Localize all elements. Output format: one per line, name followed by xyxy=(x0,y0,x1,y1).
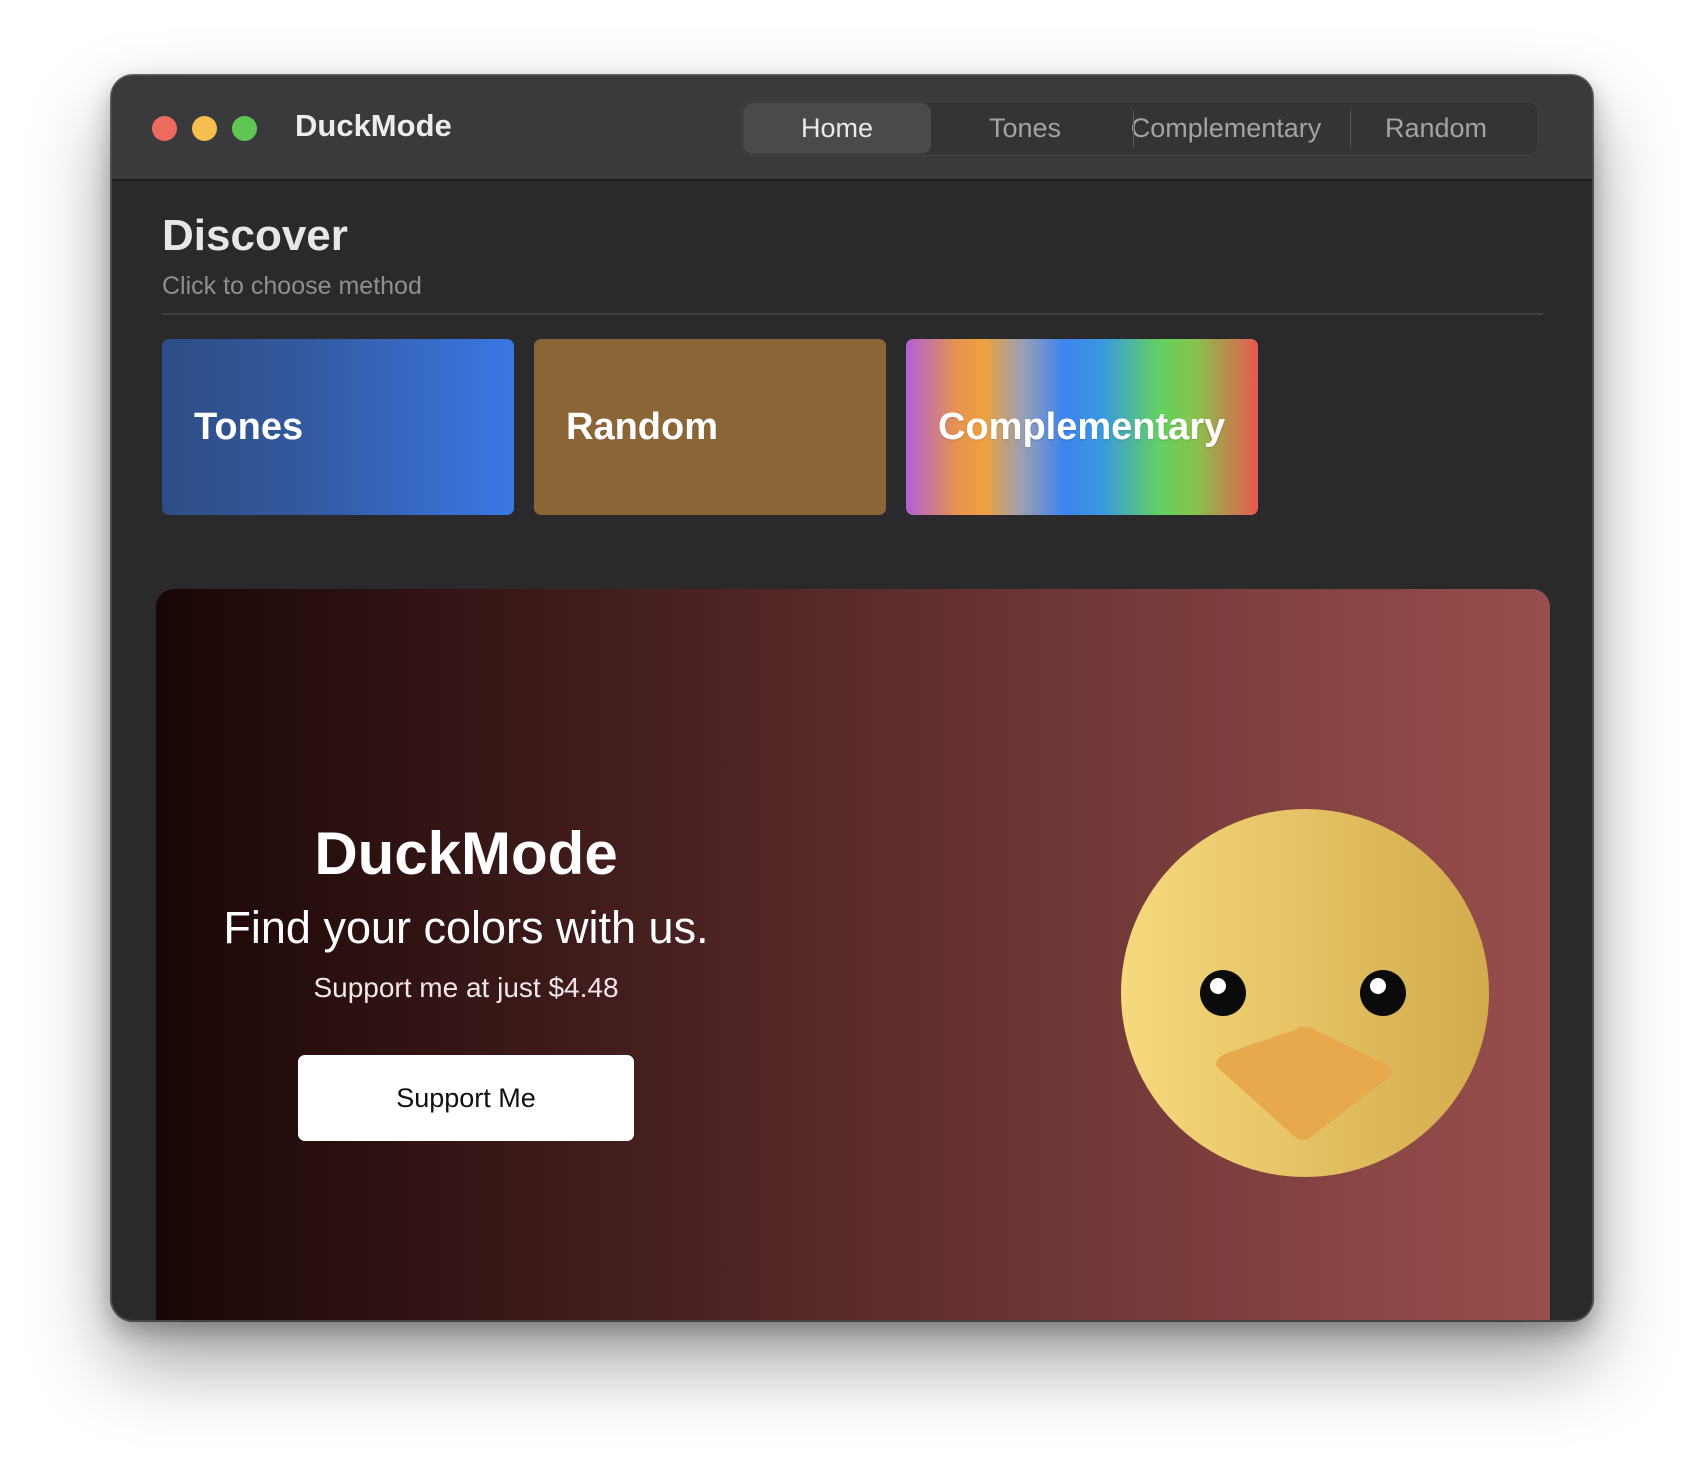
close-window-button[interactable] xyxy=(152,116,177,141)
duck-face-icon xyxy=(1121,809,1489,1177)
section-divider xyxy=(162,313,1543,315)
duck-left-eye xyxy=(1200,970,1246,1016)
tab-divider xyxy=(1350,111,1351,148)
method-card-tones[interactable]: Tones xyxy=(162,339,514,515)
tab-tones[interactable]: Tones xyxy=(932,102,1118,155)
method-card-label: Random xyxy=(566,405,718,448)
minimize-window-button[interactable] xyxy=(192,116,217,141)
promo-title: DuckMode xyxy=(314,820,618,887)
method-card-label: Complementary xyxy=(938,405,1226,448)
title-bar[interactable]: DuckMode Home Tones Complementary Random xyxy=(112,76,1592,181)
tab-divider xyxy=(1133,111,1134,148)
method-card-label: Tones xyxy=(194,405,304,448)
tab-home[interactable]: Home xyxy=(743,103,931,154)
app-title: DuckMode xyxy=(295,108,452,143)
discover-subtitle: Click to choose method xyxy=(162,272,422,300)
duck-right-eye xyxy=(1360,970,1406,1016)
promo-tagline: Find your colors with us. xyxy=(223,902,709,953)
discover-heading: Discover xyxy=(162,211,348,260)
support-me-button[interactable]: Support Me xyxy=(298,1055,634,1141)
tab-complementary[interactable]: Complementary xyxy=(1118,102,1334,155)
app-window: DuckMode Home Tones Complementary Random… xyxy=(111,75,1593,1321)
promo-price-text: Support me at just $4.48 xyxy=(313,972,619,1003)
promo-banner: DuckMode Find your colors with us. Suppo… xyxy=(156,589,1550,1320)
navigation-segmented-control: Home Tones Complementary Random xyxy=(741,101,1539,156)
method-card-complementary[interactable]: Complementary xyxy=(906,339,1258,515)
maximize-window-button[interactable] xyxy=(232,116,257,141)
method-card-random[interactable]: Random xyxy=(534,339,886,515)
tab-random[interactable]: Random xyxy=(1334,102,1538,155)
